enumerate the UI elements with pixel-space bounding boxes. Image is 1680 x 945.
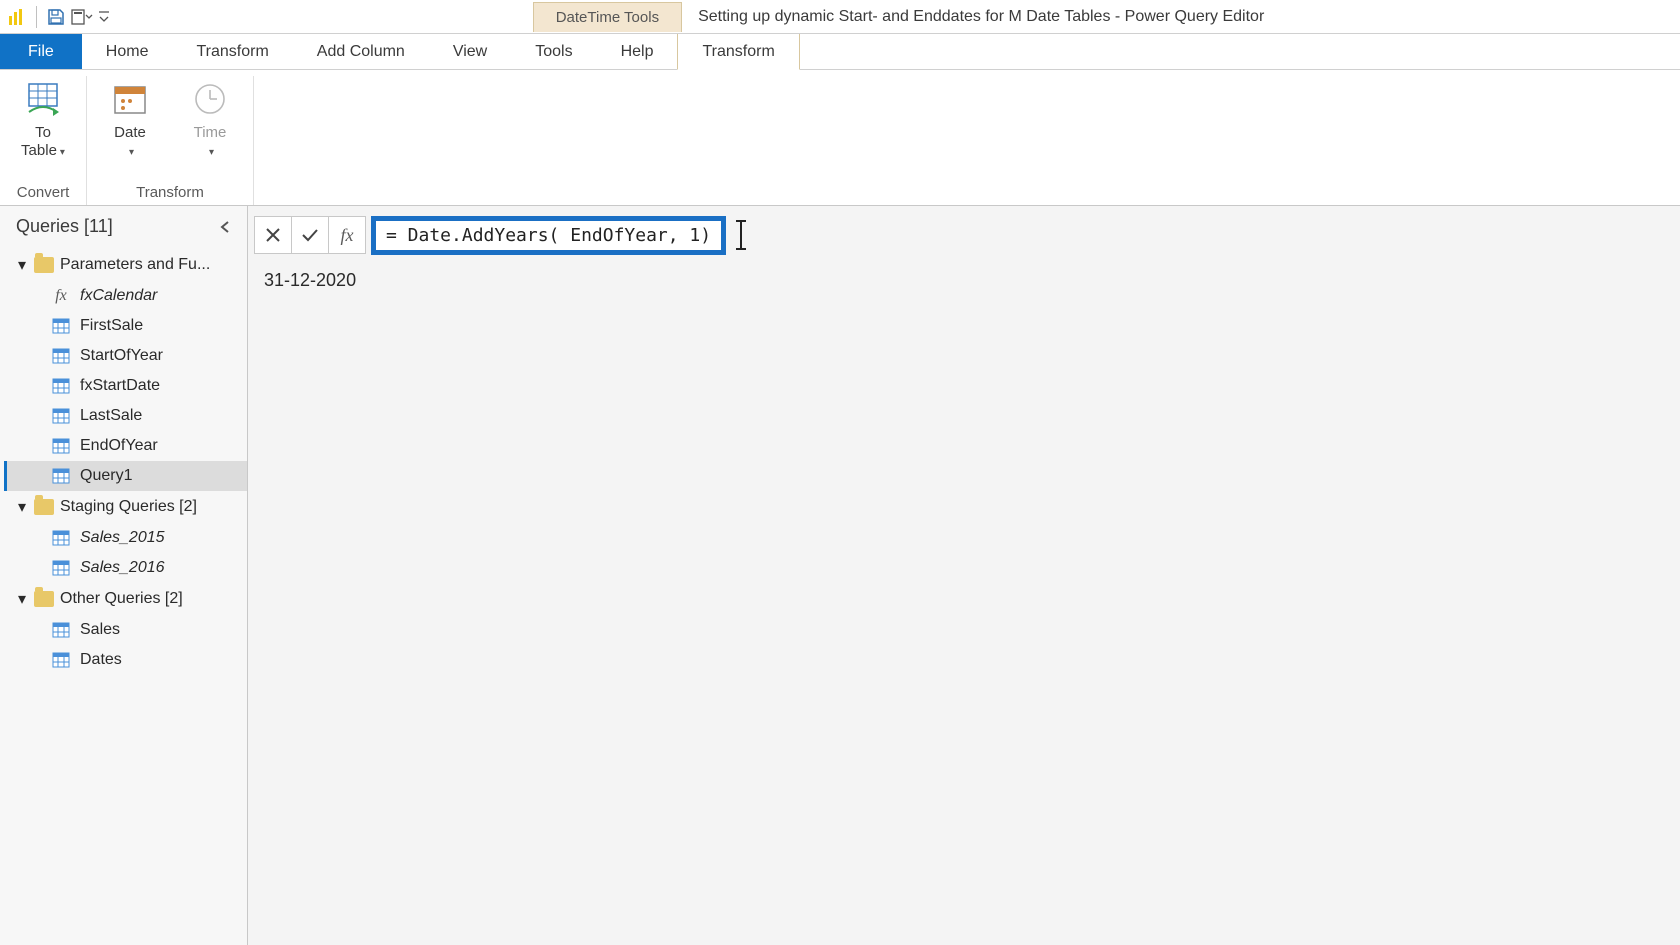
table-icon	[52, 560, 70, 576]
table-icon	[52, 348, 70, 364]
ribbon-tabstrip: File Home Transform Add Column View Tool…	[0, 34, 1680, 70]
list-item-label: LastSale	[80, 407, 142, 425]
separator	[36, 6, 37, 28]
table-icon	[52, 378, 70, 394]
table-icon	[52, 318, 70, 334]
confirm-formula-button[interactable]	[291, 216, 329, 254]
time-icon	[189, 78, 231, 120]
ribbon-group-convert-label: Convert	[17, 181, 70, 203]
list-item-label: FirstSale	[80, 317, 143, 335]
qat-more-icon[interactable]	[71, 6, 93, 28]
list-item-label: Dates	[80, 651, 122, 669]
folder-icon	[34, 591, 54, 607]
window-title: Setting up dynamic Start- and Enddates f…	[698, 8, 1264, 26]
collapse-pane-icon[interactable]	[215, 217, 235, 237]
to-table-icon	[22, 78, 64, 120]
tab-help[interactable]: Help	[597, 34, 678, 69]
table-icon	[52, 652, 70, 668]
app-icon	[6, 6, 28, 28]
queries-pane-title: Queries [11]	[16, 216, 113, 237]
list-item-label: Sales	[80, 621, 120, 639]
tree-group-staging[interactable]: ▾ Staging Queries [2]	[4, 491, 247, 523]
query-fxstartdate[interactable]: fxStartDate	[4, 371, 247, 401]
query-sales-2015[interactable]: Sales_2015	[4, 523, 247, 553]
query-endofyear[interactable]: EndOfYear	[4, 431, 247, 461]
tree-group-label: Parameters and Fu...	[60, 256, 210, 274]
tree-group-label: Other Queries [2]	[60, 590, 183, 608]
chevron-down-icon: ▾	[18, 589, 28, 609]
list-item-label: EndOfYear	[80, 437, 158, 455]
date-label: Date▾	[114, 124, 146, 160]
to-table-label: ToTable▾	[21, 124, 65, 160]
folder-icon	[34, 499, 54, 515]
tree-group-parameters[interactable]: ▾ Parameters and Fu...	[4, 249, 247, 281]
table-icon	[52, 408, 70, 424]
folder-icon	[34, 257, 54, 273]
query-fxcalendar[interactable]: fx fxCalendar	[4, 281, 247, 311]
ribbon-group-transform-label: Transform	[136, 181, 204, 203]
tab-tools[interactable]: Tools	[511, 34, 596, 69]
query-startofyear[interactable]: StartOfYear	[4, 341, 247, 371]
main: Queries [11] ▾ Parameters and Fu... fxfx…	[0, 206, 1680, 945]
list-item-label: Sales_2016	[80, 559, 165, 577]
query-query1[interactable]: Query1	[4, 461, 247, 491]
contextual-tab-label: DateTime Tools	[533, 2, 682, 32]
query-sales-2016[interactable]: Sales_2016	[4, 553, 247, 583]
table-icon	[52, 468, 70, 484]
queries-tree: ▾ Parameters and Fu... fx fxCalendar Firs…	[0, 249, 247, 675]
query-sales[interactable]: Sales	[4, 615, 247, 645]
query-firstsale[interactable]: FirstSale	[4, 311, 247, 341]
title-center: DateTime Tools Setting up dynamic Start-…	[117, 2, 1680, 32]
result-value: 31-12-2020	[248, 258, 1680, 303]
tab-transform[interactable]: Transform	[172, 34, 292, 69]
tab-contextual-transform[interactable]: Transform	[677, 34, 799, 70]
chevron-down-icon: ▾	[18, 255, 28, 275]
list-item-label: Sales_2015	[80, 529, 165, 547]
titlebar: DateTime Tools Setting up dynamic Start-…	[0, 0, 1680, 34]
query-dates[interactable]: Dates	[4, 645, 247, 675]
queries-pane: Queries [11] ▾ Parameters and Fu... fxfx…	[0, 206, 248, 945]
date-icon	[109, 78, 151, 120]
formula-input[interactable]: = Date.AddYears( EndOfYear, 1)	[371, 216, 726, 255]
tab-view[interactable]: View	[429, 34, 511, 69]
table-icon	[52, 530, 70, 546]
chevron-down-icon: ▾	[18, 497, 28, 517]
time-button[interactable]: Time▾	[181, 78, 239, 160]
to-table-button[interactable]: ToTable▾	[14, 78, 72, 160]
tab-home[interactable]: Home	[82, 34, 173, 69]
list-item-label: StartOfYear	[80, 347, 163, 365]
tab-file[interactable]: File	[0, 34, 82, 69]
qat-dropdown-icon[interactable]	[97, 6, 111, 28]
query-lastsale[interactable]: LastSale	[4, 401, 247, 431]
tree-group-other[interactable]: ▾ Other Queries [2]	[4, 583, 247, 615]
table-icon	[52, 622, 70, 638]
cancel-formula-button[interactable]	[254, 216, 292, 254]
content-area: fx = Date.AddYears( EndOfYear, 1) 31-12-…	[248, 206, 1680, 945]
tab-add-column[interactable]: Add Column	[293, 34, 429, 69]
save-icon[interactable]	[45, 6, 67, 28]
ribbon-group-convert: ToTable▾ Convert	[0, 76, 87, 205]
quick-access-toolbar	[0, 6, 117, 28]
date-button[interactable]: Date▾	[101, 78, 159, 160]
time-label: Time▾	[194, 124, 227, 160]
fx-button[interactable]: fx	[328, 216, 366, 254]
list-item-label: fxCalendar	[80, 287, 157, 305]
formula-bar: fx = Date.AddYears( EndOfYear, 1)	[248, 206, 1680, 258]
ribbon: ToTable▾ Convert Date▾ Time▾ Transform	[0, 70, 1680, 206]
text-cursor-icon	[740, 222, 742, 248]
tree-group-label: Staging Queries [2]	[60, 498, 197, 516]
list-item-label: fxStartDate	[80, 377, 160, 395]
ribbon-group-transform: Date▾ Time▾ Transform	[87, 76, 254, 205]
fx-icon: fx	[52, 287, 70, 305]
queries-pane-header: Queries [11]	[0, 206, 247, 249]
table-icon	[52, 438, 70, 454]
list-item-label: Query1	[80, 467, 132, 485]
